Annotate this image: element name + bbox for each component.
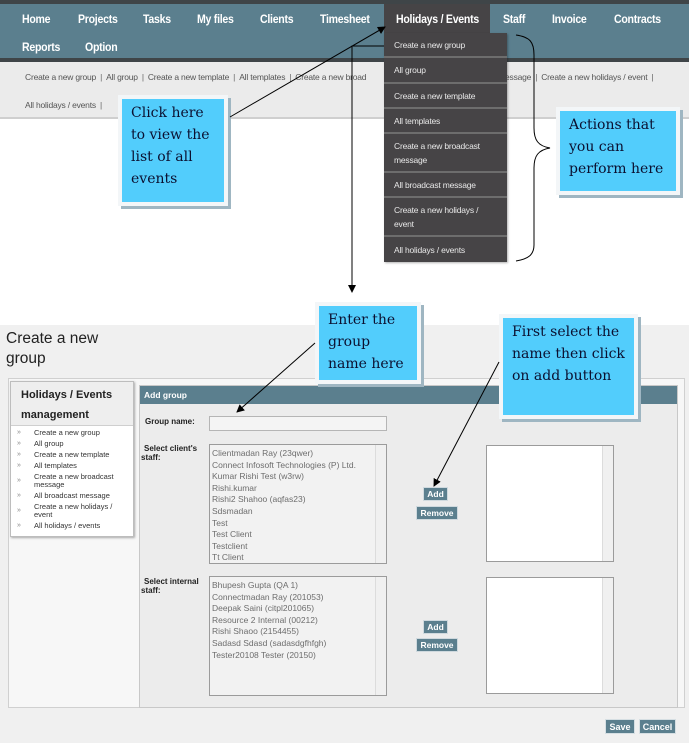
separator: |	[99, 100, 102, 110]
side-item-create-holiday[interactable]: » Create a new holidays / event	[17, 501, 133, 520]
callout-select-then-add: First select the name then click on add …	[499, 314, 638, 419]
nav-home[interactable]: Home	[22, 12, 51, 26]
chevron-right-icon: »	[17, 506, 21, 514]
nav-staff[interactable]: Staff	[503, 12, 525, 26]
list-option[interactable]: Testclient	[210, 541, 386, 553]
chevron-right-icon: »	[17, 491, 21, 499]
client-staff-label: Select client's staff:	[141, 444, 198, 462]
separator: |	[141, 72, 144, 82]
nav-timesheet[interactable]: Timesheet	[320, 12, 370, 26]
side-item-create-group[interactable]: » Create a new group	[17, 427, 133, 438]
dropdown-item-all-holidays[interactable]: All holidays / events	[384, 237, 507, 262]
list-option[interactable]: Resource 2 Internal (00212)	[210, 615, 386, 627]
subnav-all-holidays[interactable]: All holidays / events	[25, 100, 96, 110]
remove-internal-button[interactable]: Remove	[416, 638, 458, 652]
separator: |	[535, 72, 538, 82]
callout-enter-group-name: Enter the group name here	[315, 302, 421, 384]
cancel-button[interactable]: Cancel	[639, 719, 676, 734]
group-name-label: Group name:	[145, 417, 195, 426]
nav-option[interactable]: Option	[85, 40, 118, 54]
chevron-right-icon: »	[17, 461, 21, 469]
subnav-create-broadcast[interactable]: Create a new broad	[295, 72, 366, 82]
internal-staff-label: Select internal staff:	[141, 577, 199, 595]
selected-internal-staff-list[interactable]	[486, 577, 614, 694]
separator: |	[233, 72, 236, 82]
list-option[interactable]: Tester20108 Tester (20150)	[210, 650, 386, 662]
subnav-create-group[interactable]: Create a new group	[25, 72, 96, 82]
subnav-create-holiday[interactable]: Create a new holidays / event	[541, 72, 647, 82]
nav-reports[interactable]: Reports	[22, 40, 60, 54]
separator: |	[651, 72, 654, 82]
top-navigation: Home Projects Tasks My files Clients Tim…	[0, 0, 689, 62]
list-option[interactable]: Deepak Saini (citpl201065)	[210, 603, 386, 615]
list-option[interactable]: Rishi2 Shahoo (aqfas23)	[210, 494, 386, 506]
dropdown-item-create-template[interactable]: Create a new template	[384, 84, 507, 109]
scrollbar[interactable]	[375, 577, 386, 695]
chevron-right-icon: »	[17, 428, 21, 436]
list-option[interactable]: Connect Infosoft Technologies (P) Ltd.	[210, 460, 386, 472]
subnav-all-group[interactable]: All group	[106, 72, 138, 82]
side-item-all-holidays[interactable]: » All holidays / events	[17, 520, 133, 531]
list-option[interactable]: Tt Client	[210, 552, 386, 563]
chevron-right-icon: »	[17, 521, 21, 529]
dropdown-item-create-holiday[interactable]: Create a new holidays / event	[384, 198, 507, 237]
subnav-create-template[interactable]: Create a new template	[148, 72, 230, 82]
list-option[interactable]: Bhupesh Gupta (QA 1)	[210, 580, 386, 592]
group-name-input[interactable]	[209, 416, 387, 431]
list-option[interactable]: Sadasd Sdasd (sadasdgfhfgh)	[210, 638, 386, 650]
selected-client-staff-list[interactable]	[486, 445, 614, 562]
list-option[interactable]: Clientmadan Ray (23qwer)	[210, 448, 386, 460]
callout-view-events: Click here to view the list of all event…	[118, 95, 228, 206]
chevron-right-icon: »	[17, 476, 21, 484]
page-title: Create a new group	[6, 330, 99, 367]
separator: |	[289, 72, 292, 82]
side-menu: Holidays / Events management » Create a n…	[10, 381, 134, 537]
nav-tasks[interactable]: Tasks	[143, 12, 171, 26]
nav-my-files[interactable]: My files	[197, 12, 234, 26]
holidays-dropdown-menu: Create a new group All group Create a ne…	[384, 33, 507, 262]
chevron-right-icon: »	[17, 439, 21, 447]
dropdown-item-all-broadcast[interactable]: All broadcast message	[384, 173, 507, 198]
callout-actions: Actions that you can perform here	[556, 107, 680, 195]
list-option[interactable]: Kumar Rishi Test (w3rw)	[210, 471, 386, 483]
list-option[interactable]: Rishi Shaoo (2154455)	[210, 626, 386, 638]
scrollbar[interactable]	[602, 446, 613, 561]
list-option[interactable]: Test	[210, 518, 386, 530]
side-item-all-group[interactable]: » All group	[17, 438, 133, 449]
subnav-all-broadcast[interactable]: essage	[505, 72, 531, 82]
nav-contracts[interactable]: Contracts	[614, 12, 661, 26]
save-button[interactable]: Save	[605, 719, 635, 734]
side-item-all-templates[interactable]: » All templates	[17, 460, 133, 471]
dropdown-item-all-group[interactable]: All group	[384, 58, 507, 84]
scrollbar[interactable]	[602, 578, 613, 693]
list-option[interactable]: Connectmadan Ray (201053)	[210, 592, 386, 604]
side-item-create-broadcast[interactable]: » Create a new broadcast message	[17, 471, 133, 490]
side-menu-title: Holidays / Events management	[11, 382, 133, 426]
add-client-button[interactable]: Add	[423, 487, 448, 501]
side-item-all-broadcast[interactable]: » All broadcast message	[17, 490, 133, 501]
side-item-create-template[interactable]: » Create a new template	[17, 449, 133, 460]
remove-client-button[interactable]: Remove	[416, 506, 458, 520]
nav-clients[interactable]: Clients	[260, 12, 294, 26]
nav-projects[interactable]: Projects	[78, 12, 118, 26]
dropdown-item-create-group[interactable]: Create a new group	[384, 33, 507, 58]
list-option[interactable]: Test Client	[210, 529, 386, 541]
add-internal-button[interactable]: Add	[423, 620, 448, 634]
nav-invoice[interactable]: Invoice	[552, 12, 587, 26]
scrollbar[interactable]	[375, 445, 386, 563]
dropdown-item-all-templates[interactable]: All templates	[384, 109, 507, 134]
list-option[interactable]: Rishi.kumar	[210, 483, 386, 495]
client-staff-list[interactable]: Clientmadan Ray (23qwer) Connect Infosof…	[209, 444, 387, 564]
list-option[interactable]: Sdsmadan	[210, 506, 386, 518]
chevron-right-icon: »	[17, 450, 21, 458]
separator: |	[100, 72, 103, 82]
dropdown-item-create-broadcast[interactable]: Create a new broadcast message	[384, 134, 507, 173]
nav-holidays-events[interactable]: Holidays / Events	[396, 12, 479, 26]
subnav-all-templates[interactable]: All templates	[239, 72, 285, 82]
internal-staff-list[interactable]: Bhupesh Gupta (QA 1) Connectmadan Ray (2…	[209, 576, 387, 696]
